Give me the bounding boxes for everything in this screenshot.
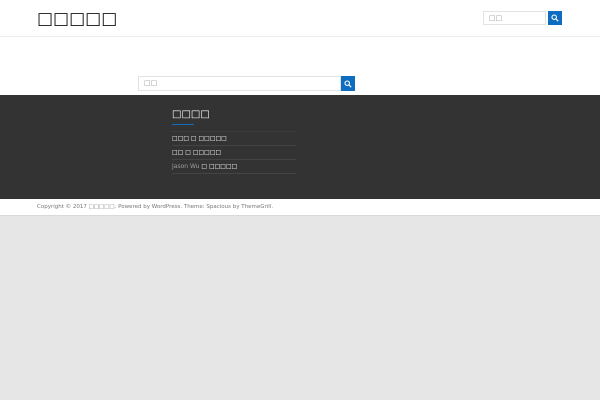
content-search-form: □□: [138, 76, 355, 91]
comment-post-link[interactable]: □□□□□: [209, 163, 237, 170]
search-icon: [551, 14, 559, 22]
comment-author: Jason Wu: [172, 163, 200, 170]
comment-separator: □: [183, 149, 193, 156]
header-search-form: □□: [483, 11, 562, 25]
footer-widget-area: □□□□ □□□ □ □□□□□ □□ □ □□□□□ Jason Wu □ □…: [0, 95, 600, 199]
comment-post-link[interactable]: □□□□□: [199, 135, 227, 142]
list-item: □□□ □ □□□□□: [172, 132, 296, 146]
site-title[interactable]: □□□□□: [37, 9, 117, 29]
search-icon: [344, 79, 352, 88]
content-search-button[interactable]: [341, 76, 355, 91]
header-search-button[interactable]: [548, 11, 562, 25]
list-item: Jason Wu □ □□□□□: [172, 160, 296, 174]
comment-author[interactable]: □□□: [172, 135, 189, 142]
recent-comments-widget: □□□□ □□□ □ □□□□□ □□ □ □□□□□ Jason Wu □ □…: [172, 109, 296, 174]
comment-separator: □: [189, 135, 199, 142]
list-item: □□ □ □□□□□: [172, 146, 296, 160]
content-search-input[interactable]: □□: [138, 76, 341, 91]
copyright-text: Copyright © 2017 □□□□□. Powered by WordP…: [37, 204, 274, 210]
comment-post-link[interactable]: □□□□□: [193, 149, 221, 156]
site-header: □□□□□ □□: [0, 0, 600, 37]
site-footer: Copyright © 2017 □□□□□. Powered by WordP…: [0, 199, 600, 216]
recent-comments-list: □□□ □ □□□□□ □□ □ □□□□□ Jason Wu □ □□□□□: [172, 131, 296, 174]
header-search-input[interactable]: □□: [483, 11, 546, 25]
comment-separator: □: [199, 163, 209, 170]
comment-author[interactable]: □□: [172, 149, 183, 156]
main-content: □□: [0, 37, 600, 95]
widget-title: □□□□: [172, 109, 296, 125]
